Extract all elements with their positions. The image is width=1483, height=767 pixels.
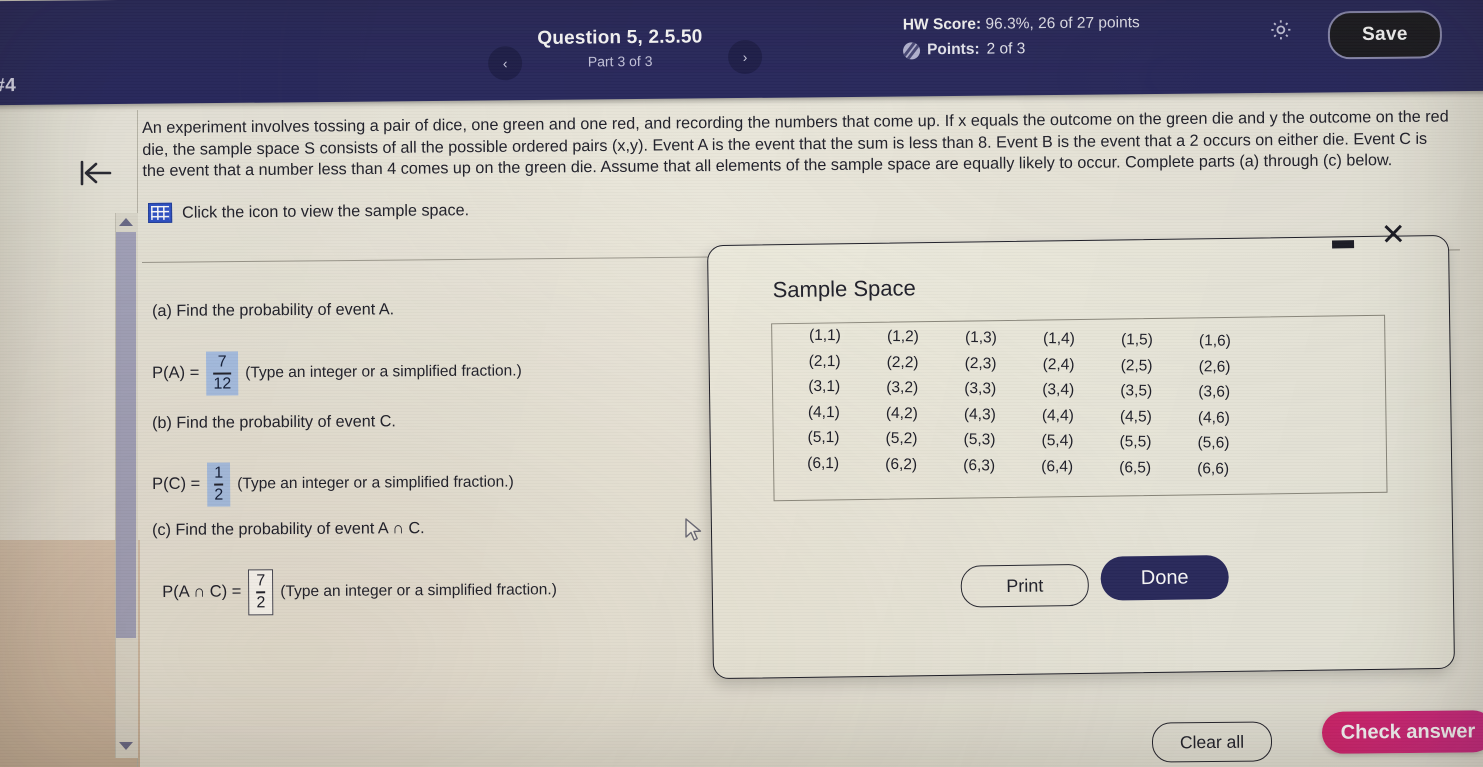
part-a-answer-row: P(A) = 7 12 (Type an integer or a simpli… <box>152 349 522 396</box>
sample-space-pair: (4,6) <box>1197 408 1230 427</box>
mouse-pointer-icon <box>684 518 704 549</box>
sample-space-pair: (2,3) <box>964 354 997 372</box>
scroll-up-arrow-icon[interactable] <box>119 218 133 226</box>
sample-space-pair: (5,2) <box>885 429 918 448</box>
part-b-label: (b) Find the probability of event C. <box>152 412 396 432</box>
sample-space-pair: (2,5) <box>1120 356 1153 375</box>
sample-space-pair: (5,3) <box>963 430 996 449</box>
part-c-hint: (Type an integer or a simplified fractio… <box>280 580 557 600</box>
sample-space-pair: (5,5) <box>1119 433 1152 451</box>
part-a-denominator: 12 <box>213 374 232 393</box>
sample-space-pair: (3,1) <box>808 377 841 396</box>
part-b-answer-row: P(C) = 1 2 (Type an integer or a simplif… <box>152 460 514 507</box>
sample-space-pair: (1,5) <box>1120 331 1153 349</box>
sample-space-pair: (6,4) <box>1041 457 1074 475</box>
part-c-answer-row: P(A ∩ C) = 7 2 (Type an integer or a sim… <box>162 567 557 615</box>
sample-space-pair: (2,2) <box>886 353 919 371</box>
sample-space-dialog: ✕ Sample Space (1,1) (1,2) (1,3) (1,4) (1,5)… <box>707 218 1455 680</box>
fraction-bar <box>214 483 224 486</box>
part-b-numerator: 1 <box>214 464 224 482</box>
sample-space-pair: (2,1) <box>808 352 841 370</box>
sample-space-pair: (6,6) <box>1197 459 1230 478</box>
part-c-denominator: 2 <box>256 593 266 611</box>
sample-space-pair: (6,1) <box>807 454 840 472</box>
part-a-numerator: 7 <box>217 353 227 371</box>
sample-space-pair: (1,1) <box>808 326 842 345</box>
part-a-label: (a) Find the probability of event A. <box>152 300 395 320</box>
vertical-scrollbar-thumb[interactable] <box>116 232 136 638</box>
sample-space-icon-link-label: Click the icon to view the sample space. <box>182 200 470 222</box>
sample-space-pair: (4,2) <box>885 404 918 422</box>
print-button[interactable]: Print <box>960 563 1090 608</box>
sample-space-pair: (3,5) <box>1120 382 1153 400</box>
minimize-icon[interactable] <box>1332 240 1355 249</box>
close-icon[interactable]: ✕ <box>1381 218 1407 251</box>
sample-space-pair: (6,3) <box>963 456 996 474</box>
fraction-bar <box>256 591 266 593</box>
part-c-label: (c) Find the probability of event A ∩ C. <box>152 519 425 539</box>
part-c-numerator: 7 <box>256 572 266 590</box>
part-a-answer-prefix: P(A) = <box>152 363 200 383</box>
done-button[interactable]: Done <box>1100 554 1229 601</box>
problem-statement: An experiment involves tossing a pair of… <box>142 107 1449 180</box>
sample-space-pair: (3,6) <box>1198 383 1231 401</box>
part-b-denominator: 2 <box>214 486 224 504</box>
sample-space-dialog-title: Sample Space <box>772 275 916 303</box>
part-c-answer-prefix: P(A ∩ C) = <box>162 582 242 602</box>
table-grid-icon[interactable] <box>148 202 173 223</box>
sample-space-pair: (3,4) <box>1042 381 1075 399</box>
part-a-answer-input[interactable]: 7 12 <box>206 351 239 396</box>
scroll-down-arrow-icon[interactable] <box>119 742 133 750</box>
sample-space-pair: (2,4) <box>1042 355 1075 373</box>
part-c-answer-input[interactable]: 7 2 <box>248 569 274 615</box>
sample-space-pair: (6,2) <box>885 455 918 473</box>
sample-space-pair: (5,6) <box>1197 434 1230 452</box>
sample-space-pair: (1,2) <box>886 327 920 346</box>
screenshot-root: #4 ‹ › Question 5, 2.5.50 Part 3 of 3 HW… <box>0 0 1483 767</box>
back-to-start-icon[interactable] <box>74 158 116 188</box>
sample-space-pair: (3,3) <box>964 379 997 398</box>
check-answer-button[interactable]: Check answer <box>1321 710 1483 754</box>
sample-space-pair: (5,1) <box>807 428 840 447</box>
part-a-hint: (Type an integer or a simplified fractio… <box>245 362 522 382</box>
sample-space-pair: (3,2) <box>886 378 919 397</box>
sample-space-pair: (6,5) <box>1119 458 1152 477</box>
sample-space-pair: (4,1) <box>807 403 840 421</box>
clear-all-button[interactable]: Clear all <box>1151 721 1273 763</box>
sample-space-pair: (5,4) <box>1041 432 1074 450</box>
part-b-answer-prefix: P(C) = <box>152 474 201 494</box>
sample-space-pair: (1,3) <box>964 328 998 347</box>
part-b-answer-input[interactable]: 1 2 <box>207 462 231 507</box>
sample-space-pair: (4,5) <box>1119 407 1152 426</box>
fraction-bar <box>213 372 232 375</box>
sample-space-pair: (4,4) <box>1041 406 1074 424</box>
sample-space-icon-link[interactable]: Click the icon to view the sample space. <box>148 200 469 223</box>
sample-space-pair: (1,6) <box>1198 332 1231 350</box>
part-b-hint: (Type an integer or a simplified fractio… <box>237 473 514 493</box>
sample-space-pair: (2,6) <box>1198 357 1231 376</box>
sample-space-pair: (4,3) <box>963 405 996 423</box>
sample-space-pair: (1,4) <box>1042 330 1076 348</box>
sample-space-grid: (1,1) (1,2) (1,3) (1,4) (1,5) (1,6) (2,1) (2,2)… <box>807 327 1277 487</box>
